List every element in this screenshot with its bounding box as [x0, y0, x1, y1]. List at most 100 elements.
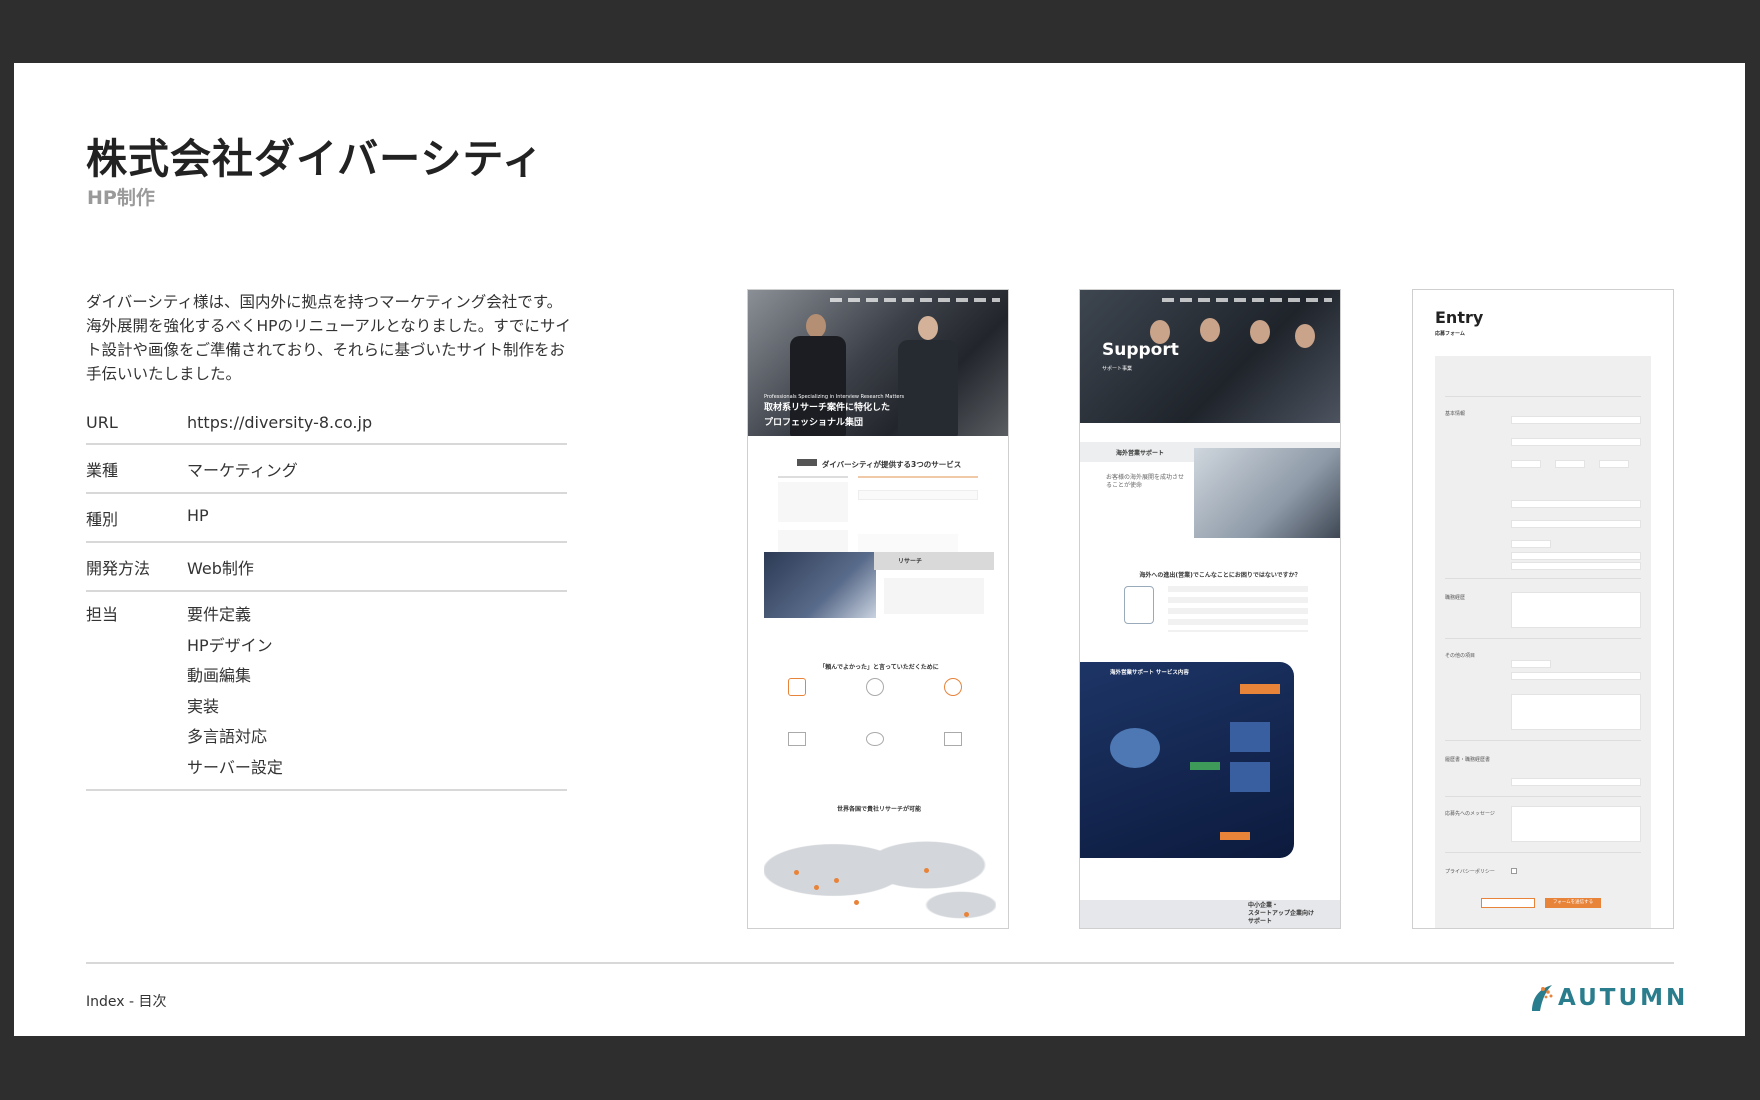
info-row-type: 種別 HP — [86, 494, 567, 543]
zip-field[interactable] — [1511, 540, 1551, 548]
other-textarea[interactable] — [1511, 694, 1641, 730]
text-block — [858, 534, 958, 552]
other-field[interactable] — [1511, 672, 1641, 680]
globe-node — [1110, 728, 1160, 768]
office-photo — [1194, 448, 1340, 538]
text-block — [778, 482, 848, 522]
info-table: URL https://diversity-8.co.jp 業種 マーケティング… — [86, 401, 567, 791]
form-panel: 基本情報 職務経歴 その他の項目 履歴書・職務経歴書 応募先へのメッセージ プラ… — [1435, 356, 1651, 928]
birth-month-field[interactable] — [1555, 460, 1585, 468]
diagram-node — [1230, 722, 1270, 752]
email-field[interactable] — [1511, 500, 1641, 508]
nav-menu — [830, 298, 1000, 302]
privacy-label: プライバシーポリシー — [1445, 869, 1495, 875]
project-description: ダイバーシティ様は、国内外に拠点を持つマーケティング会社です。海外展開を強化する… — [86, 293, 571, 383]
divider — [1445, 852, 1641, 853]
screenshot-top-page: Professionals Specializing in Interview … — [747, 289, 1009, 929]
info-row-industry: 業種 マーケティング — [86, 445, 567, 494]
voice-heading: 「頼んでよかった」と言っていただくために — [819, 664, 939, 671]
diagram-title: 海外営業サポート サービス内容 — [1110, 670, 1189, 676]
message-field[interactable] — [1511, 806, 1641, 842]
icon-grid — [778, 674, 988, 770]
divider — [1445, 578, 1641, 579]
diagram-node — [1220, 832, 1250, 840]
person-head — [1200, 318, 1220, 342]
check-icon — [788, 732, 806, 746]
speed-icon — [866, 732, 884, 746]
divider — [858, 476, 978, 478]
birth-day-field[interactable] — [1599, 460, 1629, 468]
select-field[interactable] — [1511, 660, 1551, 668]
role-item: サーバー設定 — [187, 757, 283, 777]
hero-line: 取材系リサーチ案件に特化した — [764, 403, 891, 413]
address-field[interactable] — [1511, 552, 1641, 560]
diagram-node — [1240, 684, 1280, 694]
map-pin — [834, 878, 839, 883]
handshake-icon — [944, 732, 962, 746]
info-row-role: 担当 要件定義 HPデザイン 動画編集 実装 多言語対応 サーバー設定 — [86, 592, 567, 791]
info-value: HP — [187, 506, 209, 525]
map-pin — [854, 900, 859, 905]
services-heading: ダイバーシティが提供する3つのサービス — [821, 460, 962, 469]
info-value: Web制作 — [187, 559, 254, 578]
divider — [1445, 396, 1641, 397]
network-icon — [866, 678, 884, 696]
person-head — [1295, 324, 1315, 348]
address2-field[interactable] — [1511, 562, 1641, 570]
screenshot-entry-form: Entry 応募フォーム 基本情報 職務経歴 その他の項目 履歴書・職務経歴書 — [1412, 289, 1674, 929]
text-block — [884, 578, 984, 614]
divider — [778, 476, 848, 478]
career-field[interactable] — [1511, 592, 1641, 628]
slide: 株式会社ダイバーシティ HP制作 ダイバーシティ様は、国内外に拠点を持つマーケテ… — [14, 63, 1745, 1036]
sme-text: 中小企業・ スタートアップ企業向け サポート — [1248, 902, 1314, 926]
person-icon — [1124, 586, 1154, 624]
role-item: 要件定義 — [187, 605, 252, 624]
resume-label: 履歴書・職務経歴書 — [1445, 757, 1491, 763]
entry-title: Entry — [1435, 308, 1484, 327]
info-label: 担当 — [86, 605, 119, 624]
person-head — [1250, 320, 1270, 344]
other-label: その他の項目 — [1445, 653, 1476, 659]
hero-sub: サポート事業 — [1102, 366, 1133, 372]
hero-image: Support サポート事業 — [1080, 290, 1340, 423]
person-figure — [898, 340, 958, 436]
hero-line: プロフェッショナル集団 — [764, 418, 864, 428]
page-subtitle: HP制作 — [87, 187, 155, 209]
phone-field[interactable] — [1511, 520, 1641, 528]
entry-sub: 応募フォーム — [1435, 331, 1465, 337]
submit-button[interactable]: フォームを送信する — [1545, 898, 1601, 908]
url-link[interactable]: https://diversity-8.co.jp — [187, 413, 567, 432]
role-item: 多言語対応 — [187, 727, 268, 746]
research-label: リサーチ — [898, 558, 923, 565]
research-header — [874, 552, 994, 570]
logo-text: AUTUMN — [1558, 985, 1689, 1011]
info-label: 業種 — [86, 461, 119, 480]
service-diagram: 海外営業サポート サービス内容 — [1080, 662, 1294, 858]
kana-field[interactable] — [1511, 438, 1641, 446]
privacy-checkbox[interactable] — [1511, 868, 1517, 874]
text-block — [858, 490, 978, 500]
divider — [1445, 796, 1641, 797]
role-item: 実装 — [187, 696, 220, 716]
map-pin — [924, 868, 929, 873]
footer-index-link[interactable]: Index - 目次 — [86, 991, 167, 1011]
document-icon — [788, 678, 806, 696]
divider — [1445, 740, 1641, 741]
birth-year-field[interactable] — [1511, 460, 1541, 468]
sme-line: サポート — [1248, 918, 1273, 925]
role-list: 要件定義 HPデザイン 動画編集 実装 多言語対応 サーバー設定 — [187, 600, 567, 783]
info-value: マーケティング — [187, 461, 298, 480]
diagram-node — [1190, 762, 1220, 770]
file-upload[interactable] — [1511, 778, 1641, 786]
back-button[interactable] — [1481, 898, 1535, 908]
footer-divider — [86, 962, 1674, 964]
info-row-url: URL https://diversity-8.co.jp — [86, 401, 567, 445]
map-pin — [794, 870, 799, 875]
info-row-method: 開発方法 Web制作 — [86, 543, 567, 592]
message-label: 応募先へのメッセージ — [1445, 811, 1495, 817]
career-label: 職務経歴 — [1445, 595, 1466, 601]
role-item: HPデザイン — [187, 635, 273, 655]
name-field[interactable] — [1511, 416, 1641, 424]
info-label: URL — [86, 413, 118, 432]
screenshot-support-page: Support サポート事業 海外営業サポート お客様の海外展開を成功させること… — [1079, 289, 1341, 929]
